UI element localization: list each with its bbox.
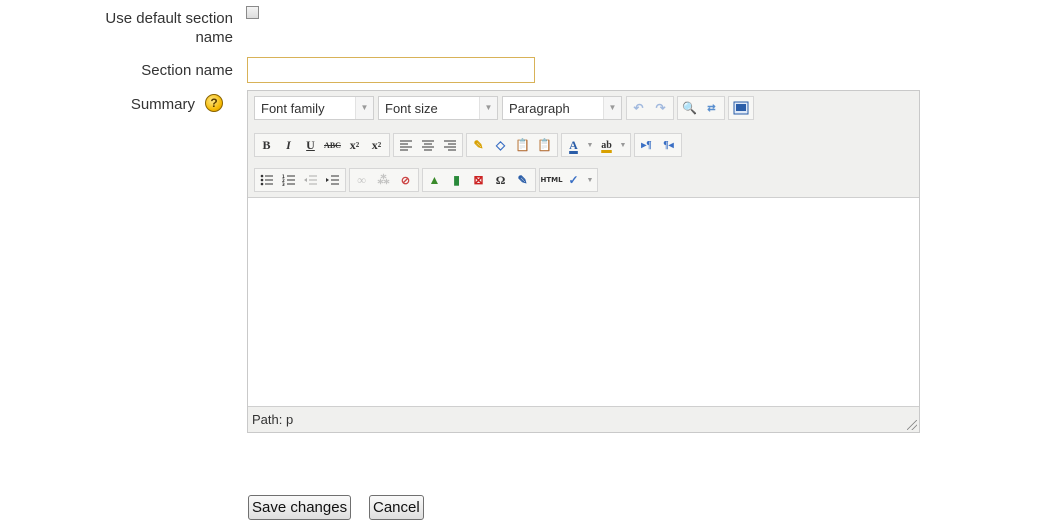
editor-statusbar: Path: p (248, 406, 919, 432)
highlight-color-icon[interactable]: ab (596, 135, 617, 156)
section-name-label: Section name (141, 62, 233, 79)
rtl-icon[interactable]: ¶◂ (658, 135, 679, 156)
eraser-icon[interactable]: ◇ (490, 135, 511, 156)
fullscreen-group (728, 96, 754, 120)
font-size-value: Font size (385, 100, 438, 116)
media-icon[interactable]: ▮ (446, 170, 467, 191)
font-family-select[interactable]: Font family ▼ (254, 96, 374, 120)
align-left-icon[interactable] (395, 135, 416, 156)
image-icon[interactable]: ▲ (424, 170, 445, 191)
align-right-icon[interactable] (439, 135, 460, 156)
chevron-down-icon: ▼ (479, 97, 497, 119)
use-default-name-checkbox[interactable] (246, 6, 259, 19)
search-group: 🔍 ⇄ (677, 96, 725, 120)
toolbar-row-3: 123 ∞ ⁂ ⊘ ▲ ▮ ⊠ Ω ✎ HTML ✓ ▼ (254, 167, 601, 193)
text-color-icon[interactable]: A (563, 135, 584, 156)
outdent-icon[interactable] (300, 170, 321, 191)
redo-icon[interactable]: ↷ (650, 98, 671, 119)
insert-group: ▲ ▮ ⊠ Ω ✎ (422, 168, 536, 192)
summary-label: Summary (130, 96, 195, 113)
html-source-button[interactable]: HTML (540, 170, 562, 191)
history-group: ↶ ↷ (626, 96, 674, 120)
paste-text-icon[interactable]: 📋 (512, 135, 533, 156)
text-format-group: B I U ABC x2 x2 (254, 133, 390, 157)
source-group: HTML ✓ ▼ (539, 168, 598, 192)
resize-handle-icon[interactable] (907, 420, 917, 430)
use-default-label-line1: Use default section (105, 10, 233, 27)
paste-word-icon[interactable]: 📋 (534, 135, 555, 156)
spellcheck-icon[interactable]: ✓ (563, 170, 584, 191)
align-group (393, 133, 463, 157)
undo-icon[interactable]: ↶ (628, 98, 649, 119)
help-icon[interactable]: ? (205, 94, 223, 112)
subscript-button[interactable]: x2 (344, 135, 365, 156)
nolink-icon[interactable]: ⊘ (395, 170, 416, 191)
replace-icon[interactable]: ⇄ (701, 98, 722, 119)
strikethrough-button[interactable]: ABC (322, 135, 343, 156)
direction-group: ▸¶ ¶◂ (634, 133, 682, 157)
ltr-icon[interactable]: ▸¶ (636, 135, 657, 156)
toolbar-row-2: B I U ABC x2 x2 ✎ ◇ � (254, 132, 685, 158)
link-icon[interactable]: ∞ (351, 170, 372, 191)
indent-icon[interactable] (322, 170, 343, 191)
chevron-down-icon[interactable]: ▼ (585, 135, 595, 156)
find-icon[interactable]: 🔍 (679, 98, 700, 119)
font-size-select[interactable]: Font size ▼ (378, 96, 498, 120)
toolbar-row-1: Font family ▼ Font size ▼ Paragraph ▼ ↶ ↷ 🔍… (254, 95, 757, 121)
align-center-icon[interactable] (417, 135, 438, 156)
bold-button[interactable]: B (256, 135, 277, 156)
underline-button[interactable]: U (300, 135, 321, 156)
svg-text:3: 3 (282, 182, 285, 186)
use-default-label-line2: name (195, 29, 233, 46)
editor-path: Path: p (252, 412, 294, 427)
special-char-icon[interactable]: Ω (490, 170, 511, 191)
color-group: A ▼ ab ▼ (561, 133, 631, 157)
superscript-button[interactable]: x2 (366, 135, 387, 156)
chevron-down-icon: ▼ (603, 97, 621, 119)
numbered-list-icon[interactable]: 123 (278, 170, 299, 191)
list-group: 123 (254, 168, 346, 192)
clean-paste-group: ✎ ◇ 📋 📋 (466, 133, 558, 157)
fullscreen-icon[interactable] (730, 98, 751, 119)
paragraph-select[interactable]: Paragraph ▼ (502, 96, 622, 120)
use-default-label: Use default section name (105, 9, 233, 47)
bullet-list-icon[interactable] (256, 170, 277, 191)
link-group: ∞ ⁂ ⊘ (349, 168, 419, 192)
editor-content-area[interactable] (248, 198, 919, 406)
section-name-input[interactable] (247, 57, 535, 83)
chevron-down-icon[interactable]: ▼ (618, 135, 628, 156)
save-changes-button[interactable]: Save changes (248, 495, 352, 520)
cleanup-icon[interactable]: ✎ (468, 135, 489, 156)
anchor-icon[interactable]: ⊠ (468, 170, 489, 191)
rich-text-editor: Font family ▼ Font size ▼ Paragraph ▼ ↶ ↷ 🔍… (247, 90, 920, 433)
font-family-value: Font family (261, 100, 325, 116)
chevron-down-icon[interactable]: ▼ (585, 170, 595, 191)
unlink-icon[interactable]: ⁂ (373, 170, 394, 191)
editor-toolbar: Font family ▼ Font size ▼ Paragraph ▼ ↶ ↷ 🔍… (248, 91, 919, 198)
cancel-button[interactable]: Cancel (369, 495, 424, 520)
emoticon-icon[interactable]: ✎ (512, 170, 533, 191)
chevron-down-icon: ▼ (355, 97, 373, 119)
paragraph-value: Paragraph (509, 100, 570, 116)
italic-button[interactable]: I (278, 135, 299, 156)
